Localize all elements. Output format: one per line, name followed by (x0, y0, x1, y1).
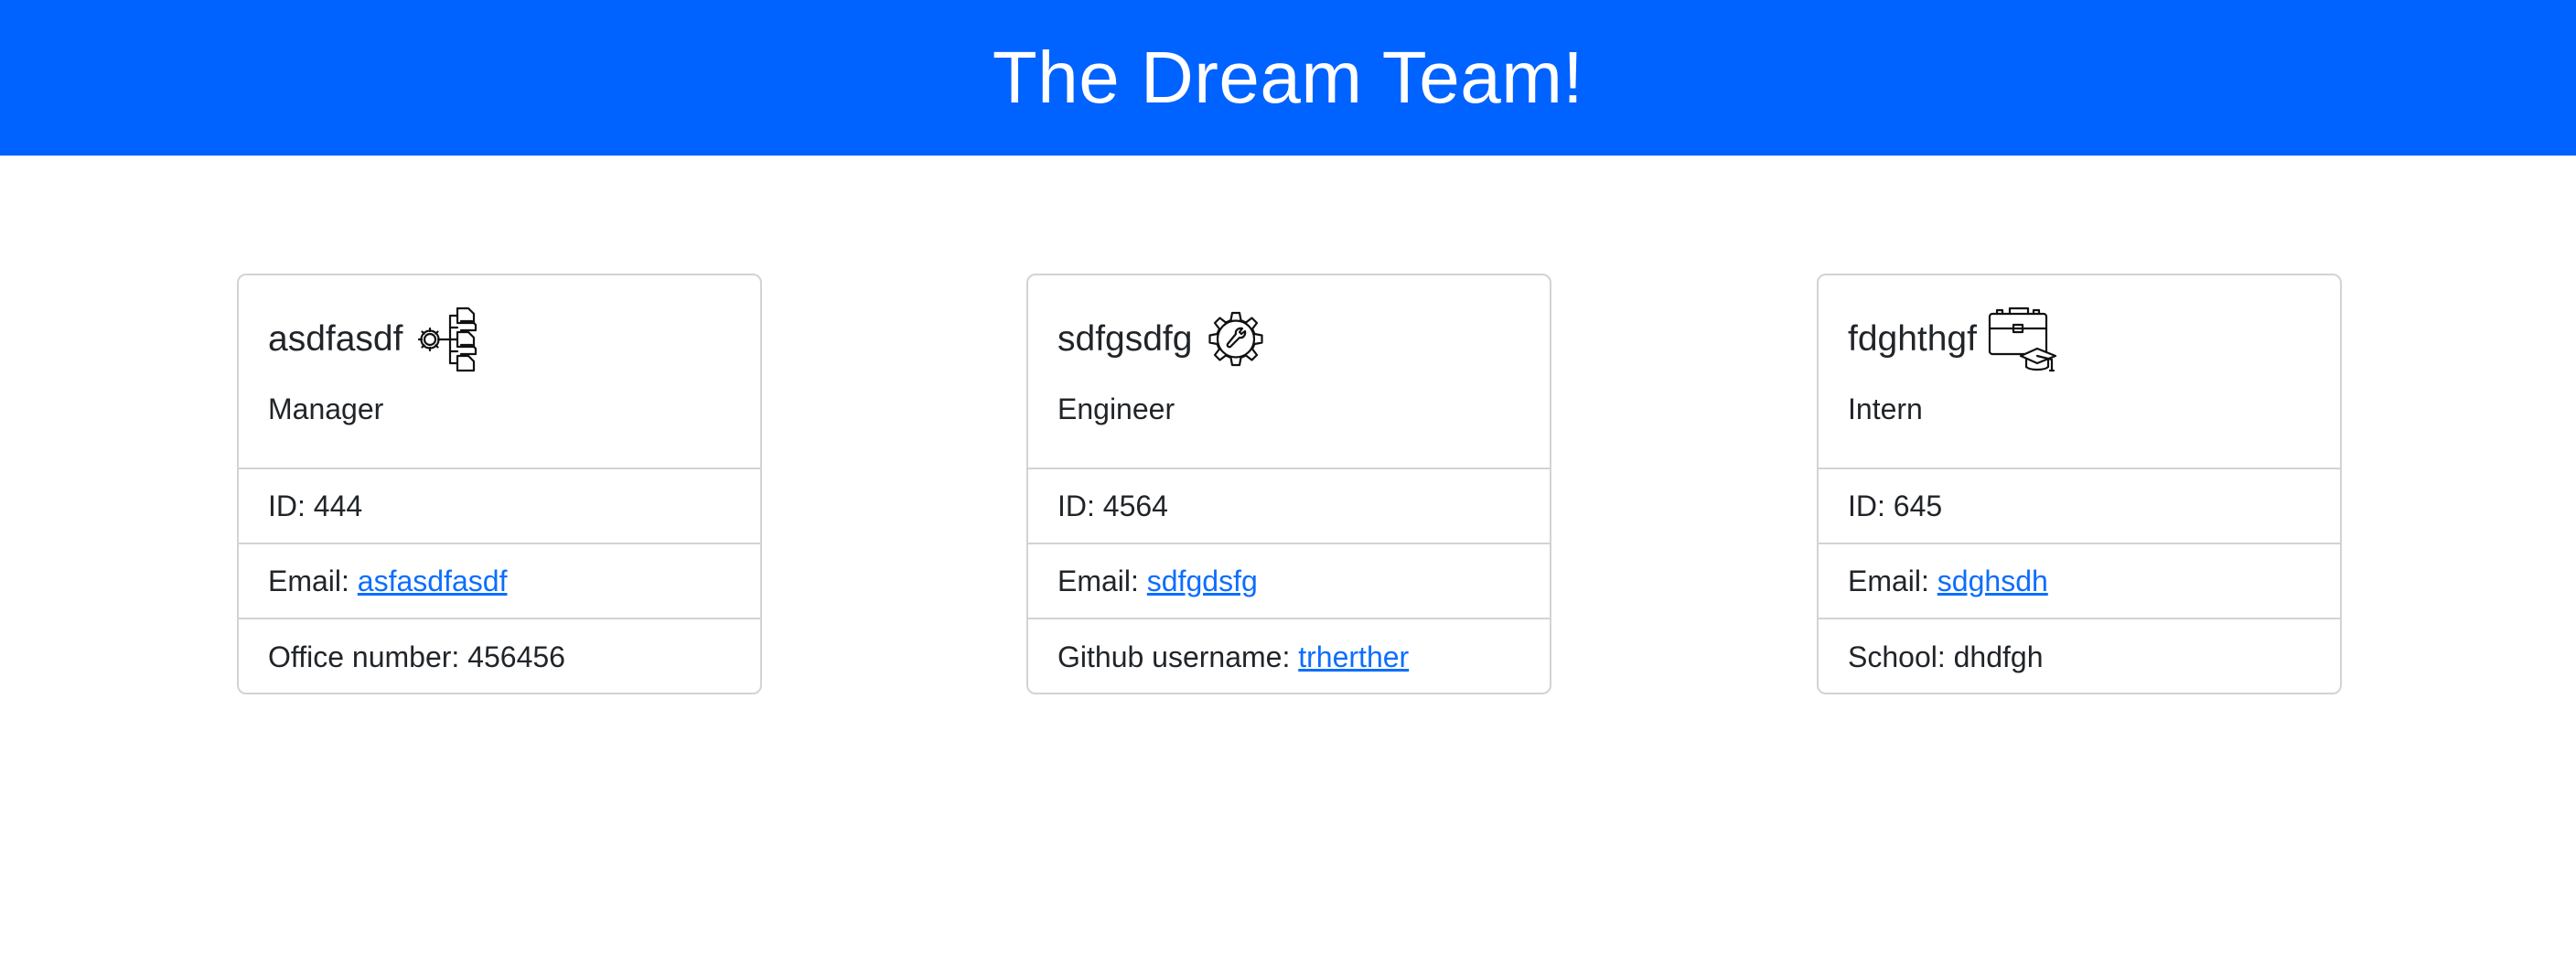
page-header: The Dream Team! (0, 0, 2576, 156)
employee-role: Intern (1848, 393, 1923, 425)
school-row: School: dhdfgh (1819, 619, 2340, 693)
employee-role: Engineer (1057, 393, 1175, 425)
email-label: Email: (1057, 564, 1147, 597)
employee-role: Manager (268, 393, 384, 425)
school: School: dhdfgh (1848, 640, 2044, 673)
email-label: Email: (268, 564, 358, 597)
employee-id: ID: 444 (268, 489, 363, 522)
employee-name: sdfgsdfg (1057, 319, 1193, 359)
employee-email-row: Email: asfasdfasdf (239, 544, 760, 619)
card-header: sdfgsdfg Engineer (1028, 275, 1550, 469)
page-title: The Dream Team! (992, 37, 1584, 118)
employee-id-row: ID: 444 (239, 469, 760, 544)
employee-card-intern: fdghthgf Intern ID: 645 Email: sdghsdh S… (1817, 274, 2342, 694)
github-row: Github username: trherther (1028, 619, 1550, 693)
employee-name: asdfasdf (268, 319, 403, 359)
employee-card-engineer: sdfgsdfg Engineer ID: 4564 Email: sdfgds… (1026, 274, 1551, 694)
email-link[interactable]: asfasdfasdf (358, 565, 508, 598)
email-link[interactable]: sdfgdsfg (1147, 565, 1258, 598)
card-header: fdghthgf Intern (1819, 275, 2340, 469)
briefcase-graduation-cap-icon (1984, 303, 2057, 376)
team-cards: asdfasdf Manager ID: 444 Email: asfasdfa… (0, 156, 2576, 968)
employee-card-manager: asdfasdf Manager ID: 444 Email: asfasdfa… (237, 274, 762, 694)
github-label: Github username: (1057, 640, 1299, 673)
card-header: asdfasdf Manager (239, 275, 760, 469)
email-link[interactable]: sdghsdh (1937, 565, 2048, 598)
email-label: Email: (1848, 564, 1937, 597)
office-number: Office number: 456456 (268, 640, 565, 673)
employee-id-row: ID: 4564 (1028, 469, 1550, 544)
employee-name: fdghthgf (1848, 319, 1977, 359)
gear-wrench-icon (1199, 303, 1272, 376)
employee-email-row: Email: sdghsdh (1819, 544, 2340, 619)
employee-id: ID: 645 (1848, 489, 1943, 522)
employee-email-row: Email: sdfgdsfg (1028, 544, 1550, 619)
org-chart-gear-icon (410, 303, 483, 376)
office-number-row: Office number: 456456 (239, 619, 760, 693)
employee-id: ID: 4564 (1057, 489, 1168, 522)
github-link[interactable]: trherther (1298, 640, 1409, 674)
employee-id-row: ID: 645 (1819, 469, 2340, 544)
